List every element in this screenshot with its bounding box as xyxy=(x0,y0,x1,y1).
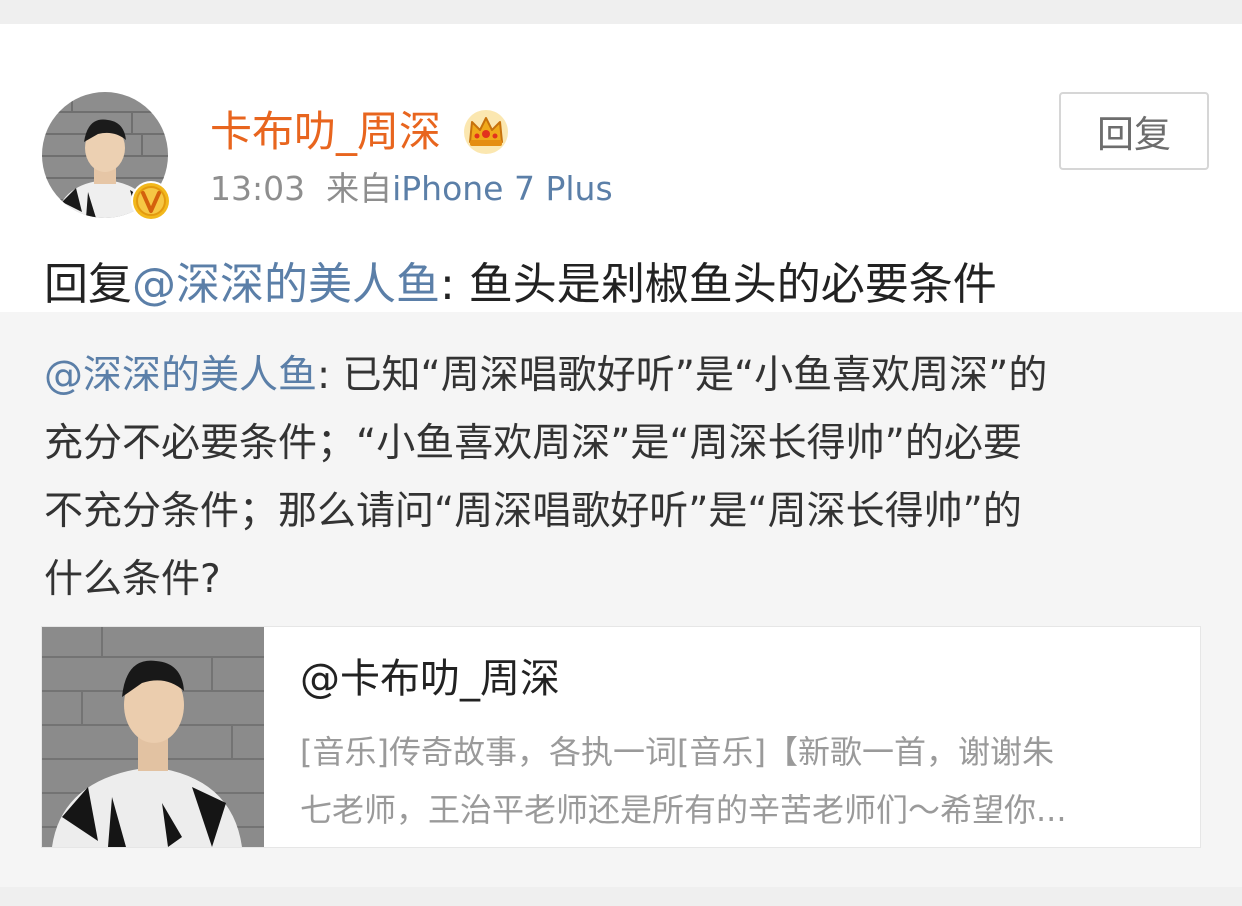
post-time: 13:03 xyxy=(210,169,306,208)
source-device-link[interactable]: iPhone 7 Plus xyxy=(392,169,613,208)
reply-button[interactable]: 回复 xyxy=(1059,92,1209,170)
crown-icon[interactable] xyxy=(462,108,510,156)
quoted-line-1-text: : 已知“周深唱歌好听”是“小鱼喜欢周深”的 xyxy=(317,353,1048,398)
shared-music-card[interactable]: @卡布叻_周深 [音乐]传奇故事，各执一词[音乐]【新歌一首，谢谢朱 七老师，王… xyxy=(41,626,1201,848)
share-desc-line-2: 七老师，王治平老师还是所有的辛苦老师们～希望你... xyxy=(300,791,1067,829)
reply-prefix: 回复 xyxy=(44,259,132,310)
quoted-post[interactable]: @深深的美人鱼: 已知“周深唱歌好听”是“小鱼喜欢周深”的 充分不必要条件；“小… xyxy=(0,312,1242,887)
post-meta: 13:03 来自iPhone 7 Plus xyxy=(210,168,613,210)
quoted-line-2: 充分不必要条件；“小鱼喜欢周深”是“周深长得帅”的必要 xyxy=(44,421,1022,466)
quoted-text: @深深的美人鱼: 已知“周深唱歌好听”是“小鱼喜欢周深”的 充分不必要条件；“小… xyxy=(44,342,1204,614)
reply-text: 回复@深深的美人鱼: 鱼头是剁椒鱼头的必要条件 xyxy=(44,254,997,316)
verified-v-icon xyxy=(131,181,171,221)
top-divider xyxy=(0,0,1242,24)
quoted-line-1: @深深的美人鱼: 已知“周深唱歌好听”是“小鱼喜欢周深”的 xyxy=(44,342,1204,410)
quoted-line-3: 不充分条件；那么请问“周深唱歌好听”是“周深长得帅”的 xyxy=(44,489,1022,534)
source-prefix: 来自 xyxy=(326,169,393,208)
share-desc-line-1: [音乐]传奇故事，各执一词[音乐]【新歌一首，谢谢朱 xyxy=(300,733,1054,771)
share-thumbnail xyxy=(42,627,264,847)
username[interactable]: 卡布叻_周深 xyxy=(210,106,441,158)
reply-body: : 鱼头是剁椒鱼头的必要条件 xyxy=(440,259,997,310)
share-description: [音乐]传奇故事，各执一词[音乐]【新歌一首，谢谢朱 七老师，王治平老师还是所有… xyxy=(300,723,1170,839)
bottom-divider xyxy=(0,887,1242,906)
quoted-line-4: 什么条件? xyxy=(44,557,221,602)
quoted-mention-link[interactable]: @深深的美人鱼 xyxy=(44,353,317,398)
reply-mention-link[interactable]: @深深的美人鱼 xyxy=(132,259,440,310)
share-title: @卡布叻_周深 xyxy=(300,656,560,702)
